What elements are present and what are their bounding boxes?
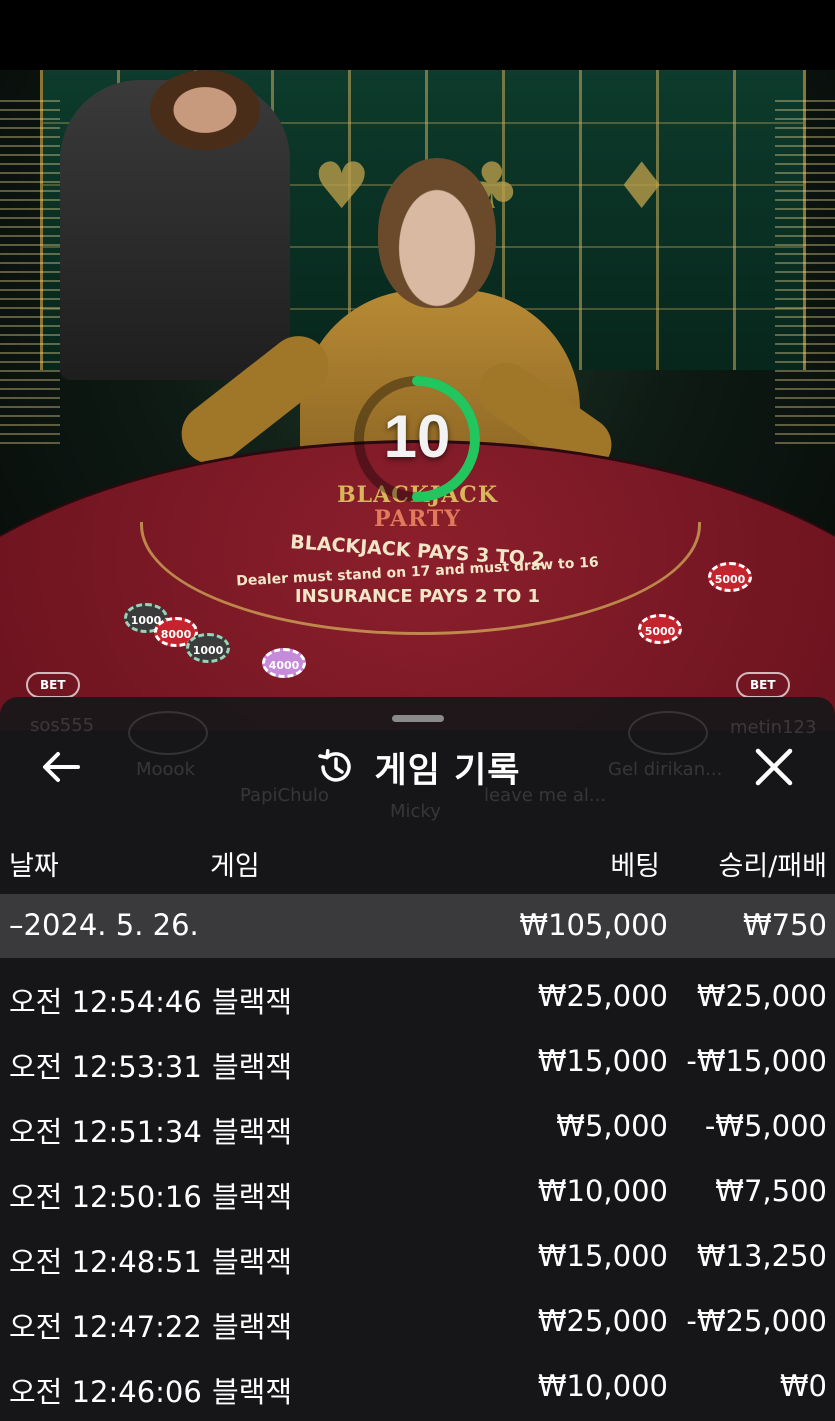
live-video-stream: ♥ ♣ ♦ BLACKJACK PARTY BLACKJACK PAYS 3 T…: [0, 70, 835, 730]
group-bet-total: ₩105,000: [519, 908, 668, 942]
page-title: 게임 기록: [374, 750, 521, 791]
arrow-left-icon: [43, 752, 80, 782]
history-clock-icon: [317, 749, 351, 782]
row-bet: ₩10,000: [537, 1369, 668, 1403]
column-header-game: 게임: [210, 851, 260, 882]
close-icon: [755, 748, 793, 786]
row-game: 블랙잭: [212, 1050, 293, 1084]
row-result: ₩25,000: [696, 979, 827, 1013]
row-result: -₩15,000: [686, 1044, 827, 1078]
row-result: ₩0: [779, 1369, 827, 1403]
title-wrap: 게임 기록: [0, 737, 835, 797]
chip: 5000: [708, 562, 752, 592]
close-button[interactable]: [748, 743, 800, 791]
row-bet: ₩25,000: [537, 979, 668, 1013]
history-row[interactable]: 오전 12:48:51 블랙잭 ₩15,000 ₩13,250: [0, 1225, 835, 1290]
row-bet: ₩10,000: [537, 1174, 668, 1208]
history-row[interactable]: 오전 12:54:46 블랙잭 ₩25,000 ₩25,000: [0, 965, 835, 1030]
back-button[interactable]: [36, 745, 88, 789]
history-row[interactable]: 오전 12:50:16 블랙잭 ₩10,000 ₩7,500: [0, 1160, 835, 1225]
row-game: 블랙잭: [212, 1310, 293, 1344]
history-row[interactable]: 오전 12:47:22 블랙잭 ₩25,000 -₩25,000: [0, 1290, 835, 1355]
heart-suit-icon: ♥: [313, 150, 371, 224]
seat-name: Micky: [390, 801, 441, 822]
row-result: ₩13,250: [696, 1239, 827, 1273]
bet-behind-button-right[interactable]: BET: [736, 672, 790, 698]
column-header-result: 승리/패배: [718, 851, 827, 882]
chip: 4000: [262, 648, 306, 678]
row-bet: ₩25,000: [537, 1304, 668, 1338]
history-row[interactable]: 오전 12:46:06 블랙잭 ₩10,000 ₩0: [0, 1355, 835, 1420]
game-history-sheet: sos555 Moook PapiChulo Micky leave me al…: [0, 697, 835, 1421]
table-header-row: 날짜 게임 베팅 승리/패배: [0, 844, 835, 884]
sheet-header: 게임 기록: [0, 737, 835, 797]
column-header-bet: 베팅: [610, 851, 660, 882]
light-sparkles-left: [0, 100, 60, 450]
title-group: 게임 기록: [315, 737, 521, 797]
sheet-drag-handle[interactable]: [392, 715, 444, 722]
column-header-date: 날짜: [9, 851, 59, 882]
row-game: 블랙잭: [212, 985, 293, 1019]
history-row[interactable]: 오전 12:53:31 블랙잭 ₩15,000 -₩15,000: [0, 1030, 835, 1095]
row-time: 오전 12:53:31: [9, 1050, 202, 1084]
light-sparkles-right: [775, 100, 835, 450]
row-time: 오전 12:54:46: [9, 985, 202, 1019]
group-result-total: ₩750: [742, 908, 827, 942]
row-time: 오전 12:48:51: [9, 1245, 202, 1279]
row-bet: ₩15,000: [537, 1239, 668, 1273]
row-game: 블랙잭: [212, 1245, 293, 1279]
row-time: 오전 12:47:22: [9, 1310, 202, 1344]
row-bet: ₩15,000: [537, 1044, 668, 1078]
group-date: –2024. 5. 26.: [9, 908, 199, 942]
row-result: ₩7,500: [715, 1174, 827, 1208]
dealer-head: [378, 158, 496, 308]
row-time: 오전 12:51:34: [9, 1115, 202, 1149]
status-bar-area: [0, 0, 835, 70]
row-time: 오전 12:50:16: [9, 1180, 202, 1214]
date-group-row[interactable]: –2024. 5. 26. ₩105,000 ₩750: [0, 894, 835, 958]
chip: 5000: [638, 614, 682, 644]
history-list: 오전 12:54:46 블랙잭 ₩25,000 ₩25,000 오전 12:53…: [0, 965, 835, 1420]
row-result: -₩25,000: [686, 1304, 827, 1338]
row-game: 블랙잭: [212, 1115, 293, 1149]
row-game: 블랙잭: [212, 1375, 293, 1409]
row-time: 오전 12:46:06: [9, 1375, 202, 1409]
row-bet: ₩5,000: [556, 1109, 668, 1143]
bet-behind-button-left[interactable]: BET: [26, 672, 80, 698]
seat-name: metin123: [730, 717, 817, 738]
chip: 1000: [186, 633, 230, 663]
seat-name: sos555: [30, 715, 95, 736]
shuffler-head: [150, 70, 260, 150]
countdown-timer-value: 10: [383, 403, 451, 470]
row-game: 블랙잭: [212, 1180, 293, 1214]
row-result: -₩5,000: [704, 1109, 827, 1143]
history-row[interactable]: 오전 12:51:34 블랙잭 ₩5,000 -₩5,000: [0, 1095, 835, 1160]
diamond-suit-icon: ♦: [613, 150, 671, 224]
